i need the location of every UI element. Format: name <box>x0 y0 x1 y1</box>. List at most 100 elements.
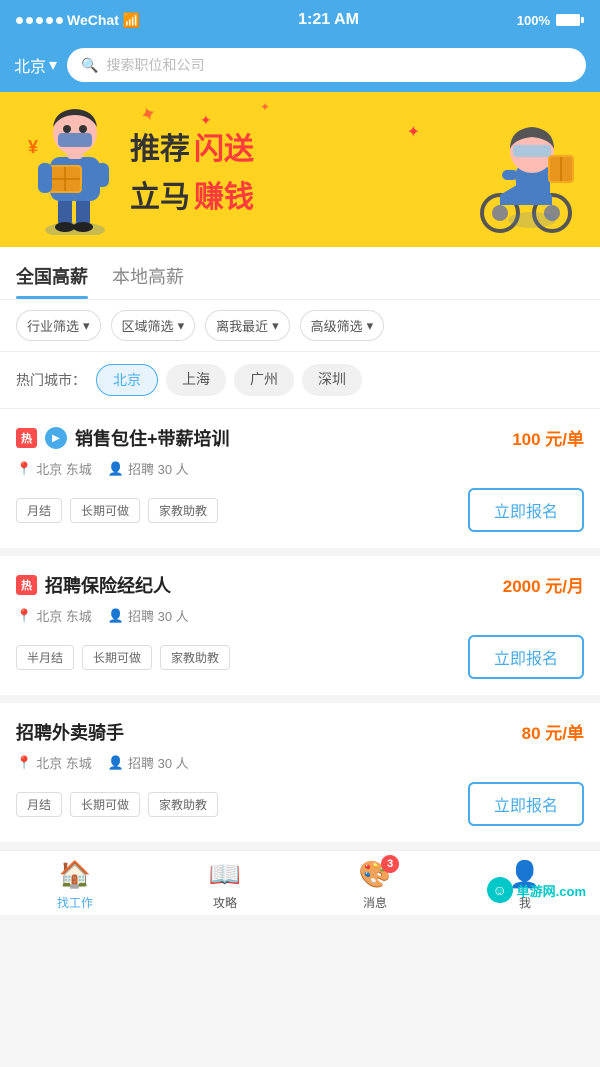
people-icon: 👤 <box>108 755 124 771</box>
nav-label-guide: 攻略 <box>213 894 237 911</box>
nav-label-find-job: 找工作 <box>57 894 93 911</box>
job-title-row-1: 热 ▶ 销售包住+带薪培训 <box>16 425 230 451</box>
banner-middle-text: 立马 <box>130 172 190 216</box>
tab-national-high-salary[interactable]: 全国高薪 <box>16 263 88 299</box>
job-card-2: 热 招聘保险经纪人 2000 元/月 📍 北京 东城 👤 招聘 30 人 半月结… <box>0 556 600 695</box>
location-arrow-icon: ▾ <box>49 55 57 75</box>
hot-badge-2: 热 <box>16 575 37 595</box>
filter-industry[interactable]: 行业筛选 ▾ <box>16 310 101 341</box>
svg-text:¥: ¥ <box>28 137 38 157</box>
job-meta-1: 📍 北京 东城 👤 招聘 30 人 <box>16 459 584 478</box>
apply-button-2[interactable]: 立即报名 <box>468 635 584 679</box>
bottom-nav: 🏠 找工作 📖 攻略 🎨 3 消息 👤 我 ☺ 单游网.com <box>0 850 600 915</box>
status-right: 100% <box>517 13 584 28</box>
job-header-3: 招聘外卖骑手 80 元/单 <box>16 719 584 745</box>
location-icon: 📍 <box>16 461 32 477</box>
carrier-label: WeChat <box>67 12 119 28</box>
filter-nearest[interactable]: 离我最近 ▾ <box>205 310 290 341</box>
badge-wrap: 🎨 3 <box>359 859 391 890</box>
job-tags-3: 月结 长期可做 家教助教 <box>16 792 218 817</box>
job-salary-2: 2000 元/月 <box>503 572 584 597</box>
job-tag: 半月结 <box>16 645 74 670</box>
filter-region[interactable]: 区域筛选 ▾ <box>111 310 196 341</box>
job-headcount-2: 👤 招聘 30 人 <box>108 606 189 625</box>
nav-item-find-job[interactable]: 🏠 找工作 <box>0 859 150 911</box>
city-chip-beijing[interactable]: 北京 <box>96 364 158 396</box>
job-salary-3: 80 元/单 <box>522 719 584 744</box>
search-icon: 🔍 <box>81 57 98 74</box>
banner-highlight2: 赚钱 <box>194 172 254 216</box>
nav-label-message: 消息 <box>363 894 387 911</box>
signal-dots <box>16 17 63 24</box>
hot-badge-1: 热 <box>16 428 37 448</box>
job-card-1: 热 ▶ 销售包住+带薪培训 100 元/单 📍 北京 东城 👤 招聘 30 人 … <box>0 409 600 548</box>
banner-highlight1: 闪送 <box>194 124 254 168</box>
city-chip-shenzhen[interactable]: 深圳 <box>302 364 362 396</box>
status-left: WeChat 📶 <box>16 12 140 29</box>
banner-text: 推荐 闪送 立马 赚钱 <box>130 124 470 216</box>
people-icon: 👤 <box>108 608 124 624</box>
job-tag: 月结 <box>16 498 62 523</box>
message-badge: 3 <box>381 855 399 873</box>
status-bar: WeChat 📶 1:21 AM 100% <box>0 0 600 40</box>
job-tag: 长期可做 <box>82 645 152 670</box>
home-icon: 🏠 <box>59 859 91 890</box>
job-header-2: 热 招聘保险经纪人 2000 元/月 <box>16 572 584 598</box>
chevron-down-icon: ▾ <box>367 318 374 334</box>
people-icon: 👤 <box>108 461 124 477</box>
job-card-3: 招聘外卖骑手 80 元/单 📍 北京 东城 👤 招聘 30 人 月结 长期可做 … <box>0 703 600 842</box>
location-selector[interactable]: 北京 ▾ <box>14 53 57 77</box>
video-badge-1: ▶ <box>45 427 67 449</box>
battery-icon <box>556 14 584 26</box>
job-tag: 长期可做 <box>70 498 140 523</box>
chevron-down-icon: ▾ <box>272 318 279 334</box>
job-title-row-2: 热 招聘保险经纪人 <box>16 572 171 598</box>
job-title-1: 销售包住+带薪培训 <box>75 425 230 451</box>
nav-item-guide[interactable]: 📖 攻略 <box>150 859 300 911</box>
chevron-down-icon: ▾ <box>178 318 185 334</box>
main-tabs: 全国高薪 本地高薪 <box>0 247 600 300</box>
search-bar: 北京 ▾ 🔍 搜索职位和公司 <box>0 40 600 92</box>
hot-cities-label: 热门城市： <box>16 370 86 390</box>
apply-button-1[interactable]: 立即报名 <box>468 488 584 532</box>
apply-button-3[interactable]: 立即报名 <box>468 782 584 826</box>
job-meta-3: 📍 北京 东城 👤 招聘 30 人 <box>16 753 584 772</box>
job-title-2: 招聘保险经纪人 <box>45 572 171 598</box>
job-headcount-3: 👤 招聘 30 人 <box>108 753 189 772</box>
job-tag: 长期可做 <box>70 792 140 817</box>
job-title-row-3: 招聘外卖骑手 <box>16 719 124 745</box>
job-tags-1: 月结 长期可做 家教助教 <box>16 498 218 523</box>
job-tag: 家教助教 <box>148 792 218 817</box>
status-time: 1:21 AM <box>298 11 359 29</box>
job-meta-2: 📍 北京 东城 👤 招聘 30 人 <box>16 606 584 625</box>
location-icon: 📍 <box>16 755 32 771</box>
search-input-wrap[interactable]: 🔍 搜索职位和公司 <box>67 48 586 82</box>
watermark-circle: ☺ <box>487 877 513 903</box>
banner-right-figure <box>470 105 580 235</box>
search-placeholder: 搜索职位和公司 <box>106 55 204 75</box>
hot-cities: 热门城市： 北京 上海 广州 深圳 <box>0 352 600 409</box>
job-tags-2: 半月结 长期可做 家教助教 <box>16 645 230 670</box>
job-tag: 月结 <box>16 792 62 817</box>
location-text: 北京 <box>14 53 46 77</box>
job-location-2: 📍 北京 东城 <box>16 606 92 625</box>
watermark-text: 单游网.com <box>517 881 586 900</box>
battery-label: 100% <box>517 13 550 28</box>
banner-left-figure: ¥ <box>20 105 130 235</box>
banner-content: ¥ 推荐 闪送 立马 赚钱 <box>0 105 600 235</box>
filter-row: 行业筛选 ▾ 区域筛选 ▾ 离我最近 ▾ 高级筛选 ▾ <box>0 300 600 352</box>
city-chip-guangzhou[interactable]: 广州 <box>234 364 294 396</box>
job-list: 热 ▶ 销售包住+带薪培训 100 元/单 📍 北京 东城 👤 招聘 30 人 … <box>0 409 600 842</box>
watermark: ☺ 单游网.com <box>487 877 586 903</box>
tab-local-high-salary[interactable]: 本地高薪 <box>112 263 184 299</box>
chevron-down-icon: ▾ <box>83 318 90 334</box>
nav-item-message[interactable]: 🎨 3 消息 <box>300 859 450 911</box>
filter-advanced[interactable]: 高级筛选 ▾ <box>300 310 385 341</box>
job-title-3: 招聘外卖骑手 <box>16 719 124 745</box>
job-tag: 家教助教 <box>160 645 230 670</box>
job-location-3: 📍 北京 东城 <box>16 753 92 772</box>
city-chip-shanghai[interactable]: 上海 <box>166 364 226 396</box>
banner-prefix: 推荐 <box>130 124 190 168</box>
location-icon: 📍 <box>16 608 32 624</box>
promo-banner[interactable]: ✦ ✦ ✦ ✦ <box>0 92 600 247</box>
